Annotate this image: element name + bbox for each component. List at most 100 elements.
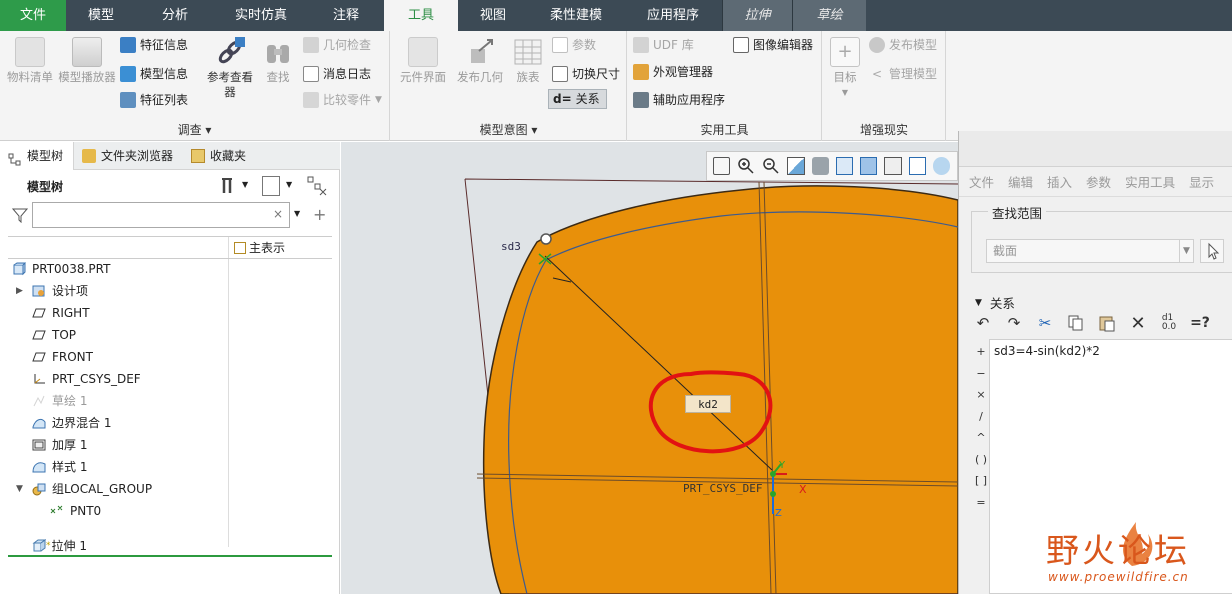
dialog-menu-2[interactable]: 插入 — [1047, 172, 1072, 191]
annotation-display-icon[interactable] — [908, 157, 926, 175]
show-options-icon[interactable] — [262, 176, 280, 196]
geometry-check-button[interactable]: 几何检查 — [303, 35, 371, 55]
operator-button-6[interactable]: [ ] — [973, 470, 989, 492]
switch-dimensions-button[interactable]: 切换尺寸 — [552, 64, 620, 84]
saved-orientations-icon[interactable] — [859, 157, 878, 175]
find-button[interactable]: 查找 — [256, 35, 300, 85]
udf-library-button[interactable]: UDF 库 — [633, 35, 694, 55]
menu-tab-1[interactable]: 模型 — [66, 0, 136, 31]
display-style-icon[interactable] — [835, 157, 853, 175]
chevron-down-icon[interactable]: ▼ — [294, 209, 300, 218]
menu-tab-5[interactable]: 工具 — [384, 0, 458, 31]
view-settings-icon[interactable] — [884, 157, 902, 175]
datum-display-icon[interactable] — [932, 157, 950, 175]
dialog-menu-4[interactable]: 实用工具 — [1125, 172, 1175, 191]
chevron-down-icon[interactable]: ▼ — [242, 180, 248, 189]
tab-favorites[interactable]: 收藏夹 — [183, 142, 256, 170]
zoom-in-icon[interactable] — [737, 157, 755, 175]
tree-node-7[interactable]: 边界混合 1 — [32, 413, 111, 433]
auxiliary-app-button[interactable]: 辅助应用程序 — [633, 90, 725, 110]
expand-arrow-icon[interactable]: ▶ — [16, 281, 23, 301]
dialog-menu-5[interactable]: 显示 — [1189, 172, 1214, 191]
appearance-manager-button[interactable]: 外观管理器 — [633, 62, 713, 82]
scope-select[interactable]: 截面 ▼ — [986, 239, 1194, 263]
select-cursor-button[interactable] — [1200, 239, 1224, 263]
tree-node-9[interactable]: 样式 1 — [32, 457, 87, 477]
image-editor-button[interactable]: 图像编辑器 — [733, 35, 813, 55]
menu-tab-7[interactable]: 柔性建模 — [528, 0, 624, 31]
collapse-arrow-icon[interactable]: ▼ — [16, 479, 23, 499]
switch-dimensions-icon[interactable]: d1 0.0 — [1159, 313, 1179, 333]
tree-node-11[interactable]: PNT0 — [50, 501, 101, 521]
delete-icon[interactable]: ✕ — [1128, 313, 1148, 334]
operator-button-7[interactable]: = — [973, 492, 989, 514]
compare-part-button[interactable]: 比较零件 ▼ — [303, 90, 382, 110]
tree-node-5[interactable]: PRT_CSYS_DEF — [32, 369, 141, 389]
menu-tab-2[interactable]: 分析 — [136, 0, 214, 31]
tree-node-10[interactable]: ▼ 组LOCAL_GROUP — [16, 479, 152, 499]
dialog-menu-0[interactable]: 文件 — [969, 172, 994, 191]
family-table-button[interactable]: 族表 — [508, 35, 548, 85]
paste-icon[interactable] — [1097, 313, 1117, 333]
redo-icon[interactable]: ↷ — [1004, 313, 1024, 333]
tree-node-2[interactable]: RIGHT — [32, 303, 90, 323]
copy-icon[interactable] — [1066, 313, 1086, 333]
menu-tab-9[interactable]: 拉伸 — [722, 0, 792, 31]
model-player-button[interactable]: 模型播放器 — [58, 35, 116, 85]
operator-button-1[interactable]: − — [973, 363, 989, 385]
repaint-icon[interactable] — [787, 157, 805, 175]
tab-model-tree[interactable]: 模型树 — [0, 142, 75, 170]
tab-folder-browser[interactable]: 文件夹浏览器 — [74, 142, 183, 170]
graphics-area[interactable]: sd3 kd2 PRT_CSYS_DEF X Y Z — [341, 142, 958, 594]
publish-geometry-button[interactable]: 发布几何 — [452, 35, 508, 85]
investigate-group-label[interactable]: 调查 ▾ — [0, 121, 389, 138]
manage-model-button[interactable]: < 管理模型 — [869, 64, 937, 84]
menu-tab-10[interactable]: 草绘 — [792, 0, 866, 31]
menu-tab-3[interactable]: 实时仿真 — [214, 0, 308, 31]
menu-tab-8[interactable]: 应用程序 — [624, 0, 722, 31]
target-button[interactable]: + 目标 ▼ — [825, 35, 865, 100]
operator-button-4[interactable]: ^ — [973, 427, 989, 449]
view-manager-icon[interactable] — [811, 157, 829, 175]
tree-node-extrude[interactable]: * 拉伸 1 — [32, 536, 87, 556]
column-header-primary-rep[interactable]: 主表示 — [234, 238, 285, 258]
menu-tab-4[interactable]: 注释 — [308, 0, 384, 31]
add-filter-icon[interactable]: + — [313, 205, 326, 224]
feature-list-button[interactable]: 特征列表 — [120, 90, 188, 110]
operator-button-0[interactable]: + — [973, 341, 989, 363]
evaluate-icon[interactable]: =? — [1190, 313, 1210, 333]
chevron-down-icon[interactable]: ▼ — [286, 180, 292, 189]
cut-icon[interactable]: ✂ — [1035, 313, 1055, 333]
menu-tab-0[interactable]: 文件 — [0, 0, 66, 31]
model-intent-group-label[interactable]: 模型意图 ▾ — [391, 121, 626, 138]
menu-tab-6[interactable]: 视图 — [458, 0, 528, 31]
tree-node-8[interactable]: 加厚 1 — [32, 435, 87, 455]
operator-button-3[interactable]: / — [973, 406, 989, 428]
model-info-button[interactable]: 模型信息 — [120, 64, 188, 84]
parameters-button[interactable]: 参数 — [552, 35, 596, 55]
bom-button[interactable]: 物料清单 — [4, 35, 56, 85]
operator-button-5[interactable]: ( ) — [973, 449, 989, 471]
tree-node-6[interactable]: 草绘 1 — [32, 391, 87, 411]
publish-model-button[interactable]: 发布模型 — [869, 35, 937, 55]
refit-icon[interactable] — [713, 157, 731, 175]
undo-icon[interactable]: ↶ — [973, 313, 993, 333]
tree-node-1[interactable]: ▶ 设计项 — [16, 281, 88, 301]
clear-icon[interactable]: × — [273, 207, 283, 221]
dimension-sd3-label[interactable]: sd3 — [501, 240, 521, 253]
dialog-title-bar[interactable] — [959, 131, 1232, 167]
tree-filter-settings-icon[interactable] — [307, 176, 327, 196]
feature-info-button[interactable]: 特征信息 — [120, 35, 188, 55]
zoom-out-icon[interactable] — [762, 157, 780, 175]
reference-viewer-button[interactable]: 参考查看器 — [203, 35, 257, 100]
component-interface-button[interactable]: 元件界面 — [395, 35, 451, 85]
dialog-menu-3[interactable]: 参数 — [1086, 172, 1111, 191]
message-log-button[interactable]: 消息日志 — [303, 64, 371, 84]
relations-button[interactable]: d= 关系 — [548, 89, 607, 109]
dimension-kd2-label[interactable]: kd2 — [685, 395, 731, 413]
relations-section-header[interactable]: ▼ 关系 — [975, 293, 1015, 312]
tree-node-3[interactable]: TOP — [32, 325, 76, 345]
tree-filter-input[interactable]: × — [32, 202, 290, 228]
tree-node-4[interactable]: FRONT — [32, 347, 93, 367]
tree-node-0[interactable]: PRT0038.PRT — [12, 259, 110, 279]
